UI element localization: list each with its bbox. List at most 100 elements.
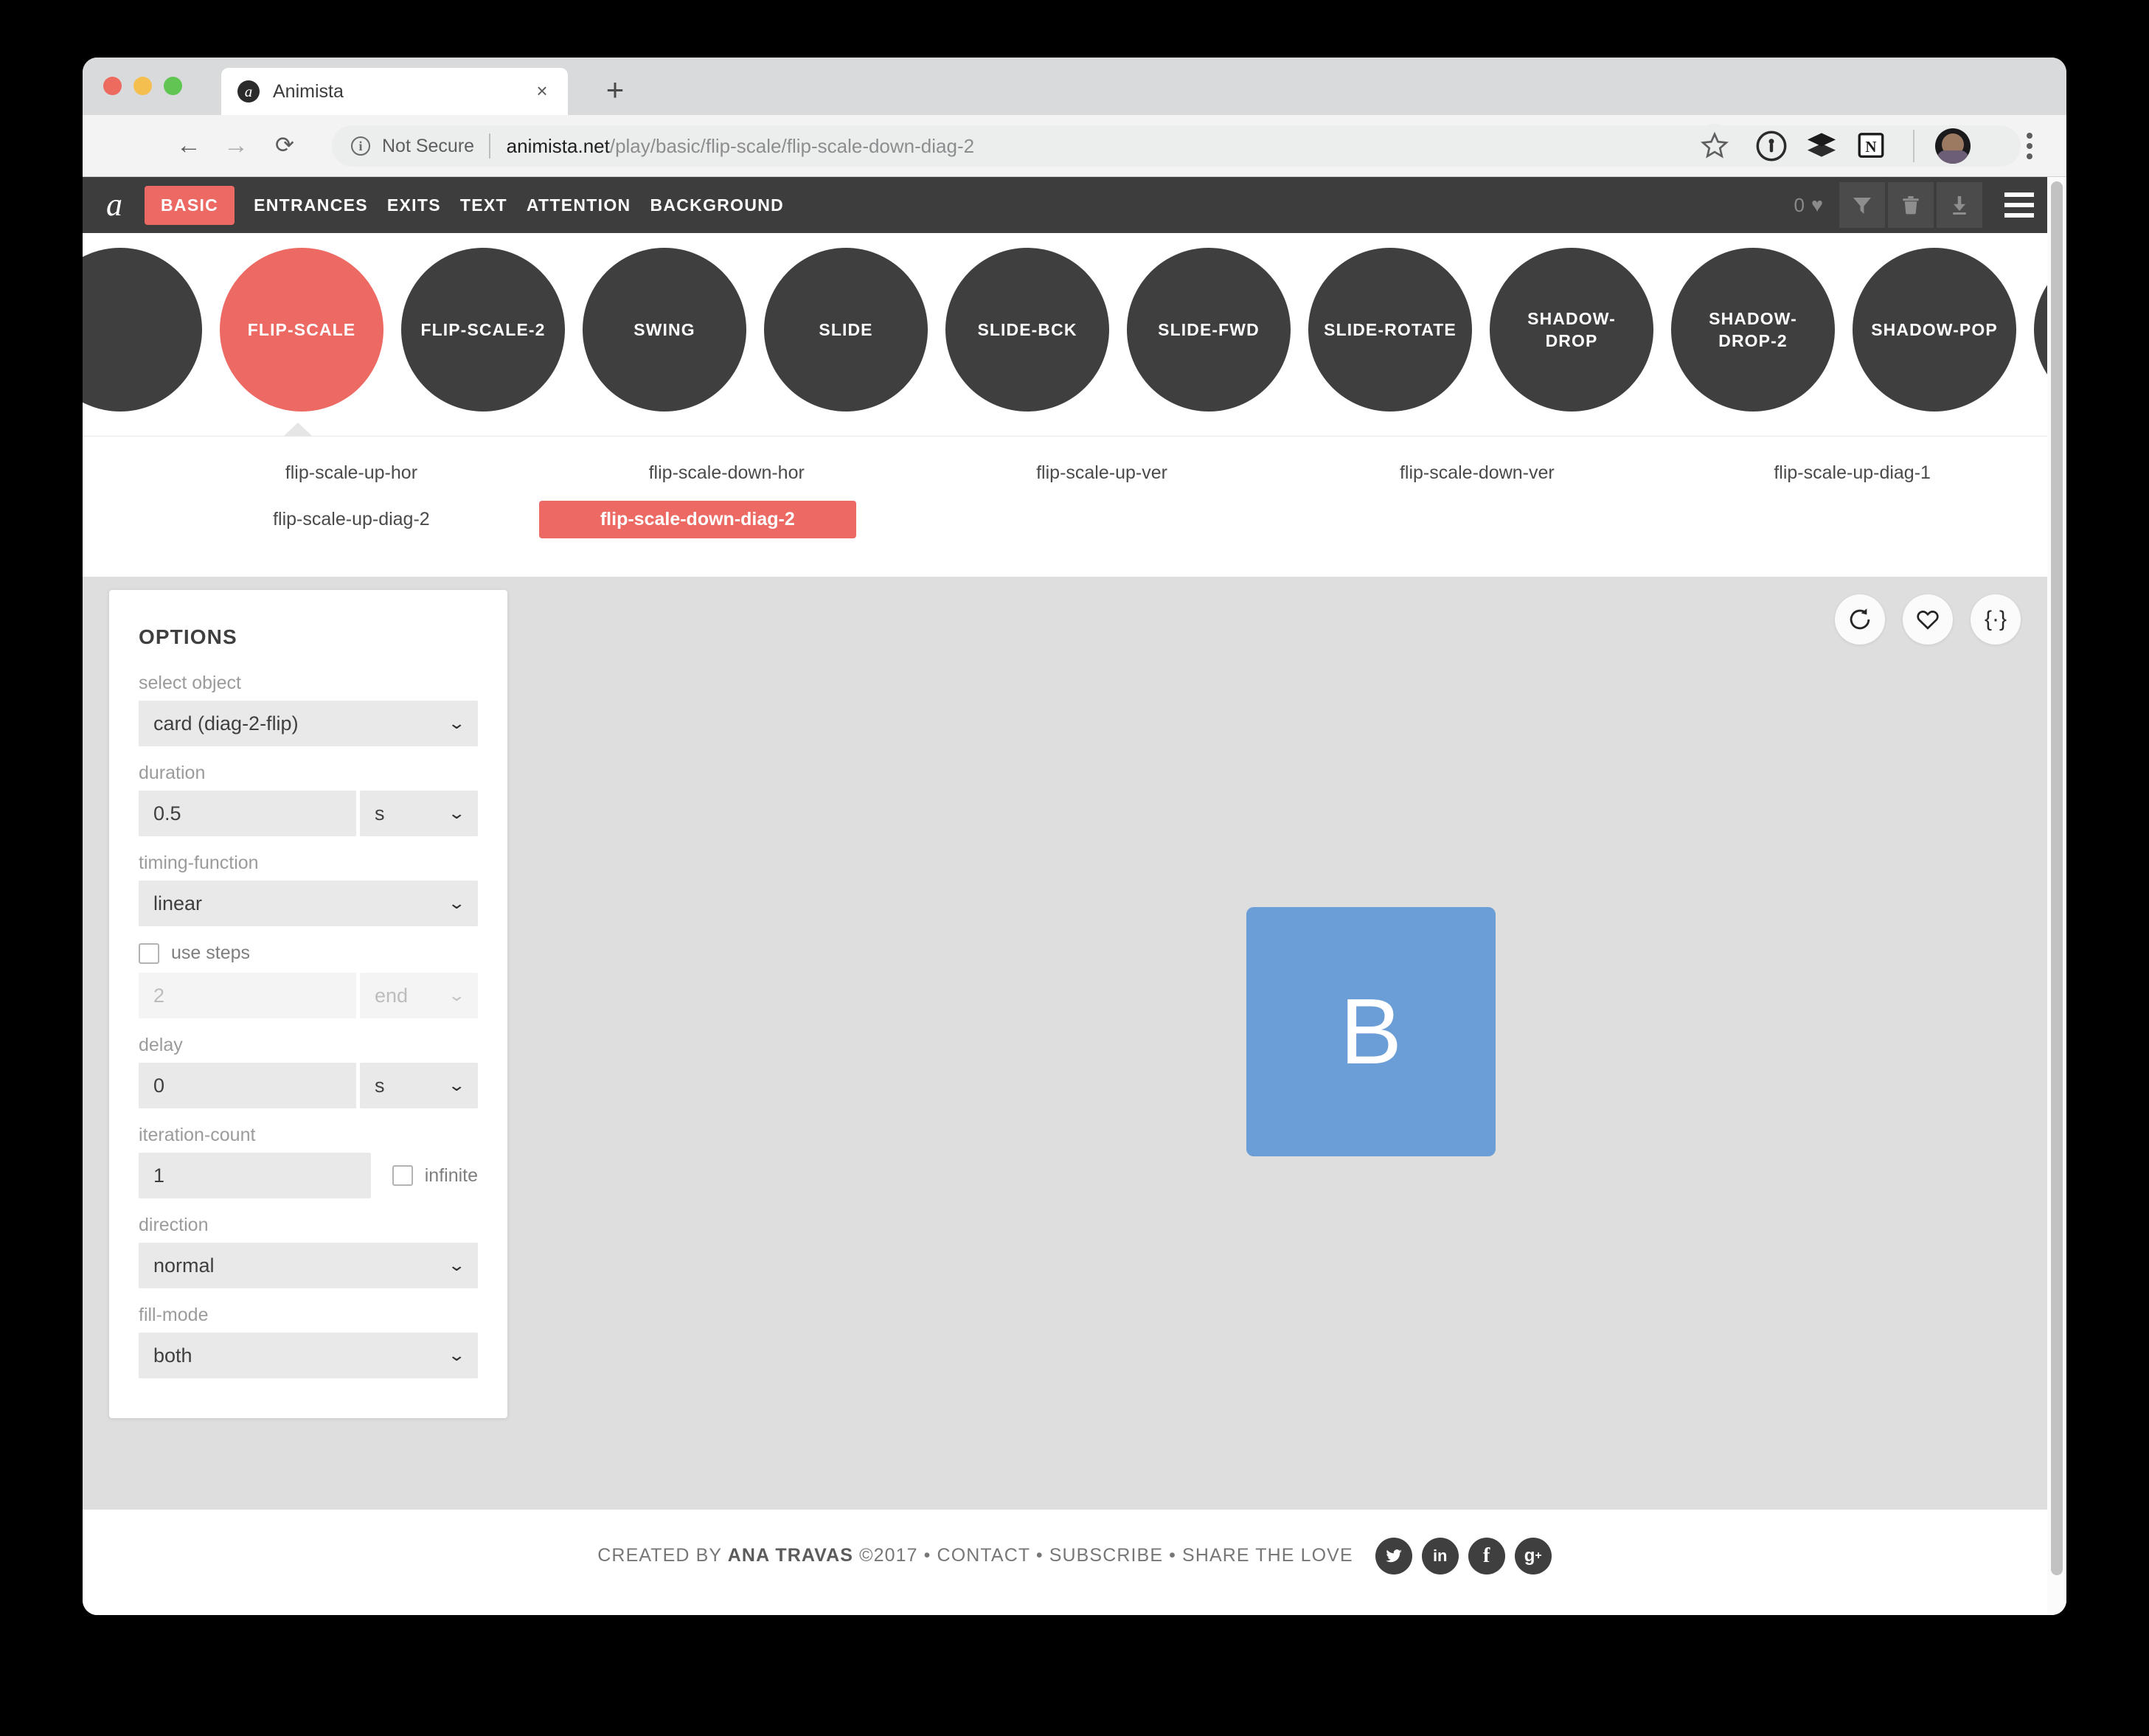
nav-item-text[interactable]: TEXT xyxy=(460,186,507,225)
nav-item-attention[interactable]: ATTENTION xyxy=(527,186,631,225)
page-footer: CREATED BY ANA TRAVAS ©2017 • CONTACT • … xyxy=(83,1510,2066,1602)
chevron-down-icon: ⌄ xyxy=(447,986,466,1004)
category-circle-slide-rotate[interactable]: SLIDE-ROTATE xyxy=(1308,248,1472,412)
forward-icon[interactable]: → xyxy=(220,130,252,162)
linkedin-icon[interactable]: in xyxy=(1421,1537,1459,1574)
animation-preview-card[interactable]: B xyxy=(1246,907,1496,1156)
variant-flip-scale-up-diag-2[interactable]: flip-scale-up-diag-2 xyxy=(164,501,539,538)
notion-icon[interactable]: N xyxy=(1855,130,1886,161)
bookmark-star-icon[interactable] xyxy=(1693,124,1736,167)
social-links: in f g + xyxy=(1375,1537,1552,1574)
variant-flip-scale-down-diag-2[interactable]: flip-scale-down-diag-2 xyxy=(538,501,856,538)
reload-icon[interactable]: ⟳ xyxy=(268,130,301,162)
trash-icon[interactable] xyxy=(1888,182,1934,228)
category-carousel[interactable]: FLIP-SCALE FLIP-SCALE-2 SWING SLIDE SLID… xyxy=(83,233,2066,436)
minimize-window-button[interactable] xyxy=(133,77,152,95)
close-window-button[interactable] xyxy=(103,77,122,95)
category-circle-shadow-drop-2[interactable]: SHADOW- DROP-2 xyxy=(1671,248,1835,412)
preview-card-letter: B xyxy=(1339,979,1403,1083)
facebook-icon[interactable]: f xyxy=(1468,1537,1505,1574)
filter-icon[interactable] xyxy=(1839,182,1885,228)
nav-item-exits[interactable]: EXITS xyxy=(387,186,441,225)
duration-input[interactable]: 0.5 xyxy=(139,791,356,836)
window-controls xyxy=(103,77,182,95)
chevron-down-icon: ⌄ xyxy=(447,1346,466,1364)
category-circle-flip-scale-2[interactable]: FLIP-SCALE-2 xyxy=(401,248,565,412)
timing-function-dropdown[interactable]: linear ⌄ xyxy=(139,881,478,926)
iteration-count-label: iteration-count xyxy=(139,1125,256,1145)
use-steps-row[interactable]: use steps xyxy=(139,942,478,964)
select-object-dropdown[interactable]: card (diag-2-flip) ⌄ xyxy=(139,701,478,746)
variant-flip-scale-up-diag-1[interactable]: flip-scale-up-diag-1 xyxy=(1664,454,2040,492)
use-steps-checkbox[interactable] xyxy=(139,942,159,964)
variant-flip-scale-down-ver[interactable]: flip-scale-down-ver xyxy=(1289,454,1664,492)
1password-icon[interactable] xyxy=(1755,130,1788,162)
iteration-count-input[interactable]: 1 xyxy=(139,1153,371,1198)
variant-flip-scale-up-hor[interactable]: flip-scale-up-hor xyxy=(164,454,539,492)
fill-mode-dropdown[interactable]: both ⌄ xyxy=(139,1333,478,1378)
chevron-down-icon: ⌄ xyxy=(447,1076,466,1094)
category-circle-slide-bck[interactable]: SLIDE-BCK xyxy=(945,248,1109,412)
steps-position-value: end xyxy=(375,984,409,1007)
fill-mode-value: both xyxy=(153,1344,192,1367)
category-circle-flip-scale[interactable]: FLIP-SCALE xyxy=(220,248,383,412)
footer-author[interactable]: ANA TRAVAS xyxy=(728,1545,853,1566)
browser-window: a Animista × + ← → ⟳ i Not Secure animis… xyxy=(83,58,2066,1615)
browser-tab[interactable]: a Animista × xyxy=(221,68,568,115)
infinite-checkbox[interactable] xyxy=(392,1165,413,1186)
category-circle-shadow-pop[interactable]: SHADOW-POP xyxy=(1853,248,2016,412)
options-title: OPTIONS xyxy=(139,625,237,648)
new-tab-button[interactable]: + xyxy=(599,74,631,108)
nav-item-basic[interactable]: BASIC xyxy=(145,185,235,225)
infinite-toggle[interactable]: infinite xyxy=(392,1153,478,1198)
facebook-glyph: f xyxy=(1483,1544,1490,1567)
buffer-icon[interactable] xyxy=(1805,130,1838,162)
code-icon[interactable]: {·} xyxy=(1971,594,2021,645)
category-circle-partial[interactable] xyxy=(83,248,202,412)
twitter-icon[interactable] xyxy=(1375,1537,1412,1574)
scrollbar-thumb[interactable] xyxy=(2051,181,2063,1575)
nav-item-background[interactable]: BACKGROUND xyxy=(650,186,784,225)
variant-flip-scale-down-hor[interactable]: flip-scale-down-hor xyxy=(539,454,914,492)
direction-label: direction xyxy=(139,1215,209,1235)
steps-count-input[interactable]: 2 xyxy=(139,973,356,1018)
browser-menu-icon[interactable] xyxy=(2027,128,2032,159)
variant-row-1: flip-scale-up-hor flip-scale-down-hor fl… xyxy=(83,454,2066,492)
nav-item-entrances[interactable]: ENTRANCES xyxy=(254,186,368,225)
timing-function-row: linear ⌄ xyxy=(139,881,478,926)
url-path: /play/basic/flip-scale/flip-scale-down-d… xyxy=(609,134,975,157)
chevron-down-icon: ⌄ xyxy=(447,894,466,912)
favorite-heart-icon[interactable] xyxy=(1903,594,1953,645)
delay-input[interactable]: 0 xyxy=(139,1063,356,1108)
googleplus-icon[interactable]: g + xyxy=(1514,1537,1552,1574)
maximize-window-button[interactable] xyxy=(164,77,182,95)
avatar-shirt xyxy=(1937,150,1969,164)
variant-flip-scale-up-ver[interactable]: flip-scale-up-ver xyxy=(914,454,1290,492)
duration-unit-dropdown[interactable]: s ⌄ xyxy=(360,791,478,836)
category-circle-slide-fwd[interactable]: SLIDE-FWD xyxy=(1127,248,1291,412)
category-circle-shadow-drop[interactable]: SHADOW- DROP xyxy=(1490,248,1653,412)
favorites-counter[interactable]: 0 ♥ xyxy=(1794,194,1824,217)
linkedin-glyph: in xyxy=(1432,1546,1448,1565)
category-circle-swing[interactable]: SWING xyxy=(583,248,746,412)
steps-row: 2 end ⌄ xyxy=(139,973,478,1018)
download-icon[interactable] xyxy=(1937,182,1982,228)
delay-unit-dropdown[interactable]: s ⌄ xyxy=(360,1063,478,1108)
direction-value: normal xyxy=(153,1254,215,1277)
steps-position-dropdown[interactable]: end ⌄ xyxy=(360,973,478,1018)
options-panel: OPTIONS select object card (diag-2-flip)… xyxy=(109,590,507,1418)
select-object-value: card (diag-2-flip) xyxy=(153,712,299,735)
replay-icon[interactable] xyxy=(1835,594,1885,645)
active-category-pointer xyxy=(284,423,312,436)
page-scrollbar[interactable] xyxy=(2047,177,2066,1615)
animista-logo[interactable]: a xyxy=(106,189,122,221)
avatar[interactable] xyxy=(1935,128,1971,164)
category-circle-slide[interactable]: SLIDE xyxy=(764,248,928,412)
site-info-icon[interactable]: i xyxy=(351,136,370,156)
playground: OPTIONS select object card (diag-2-flip)… xyxy=(83,577,2066,1510)
plus-glyph: + xyxy=(1535,1549,1542,1562)
direction-dropdown[interactable]: normal ⌄ xyxy=(139,1243,478,1288)
close-icon[interactable]: × xyxy=(532,81,552,101)
back-icon[interactable]: ← xyxy=(173,130,205,162)
hamburger-icon[interactable] xyxy=(2004,192,2034,218)
